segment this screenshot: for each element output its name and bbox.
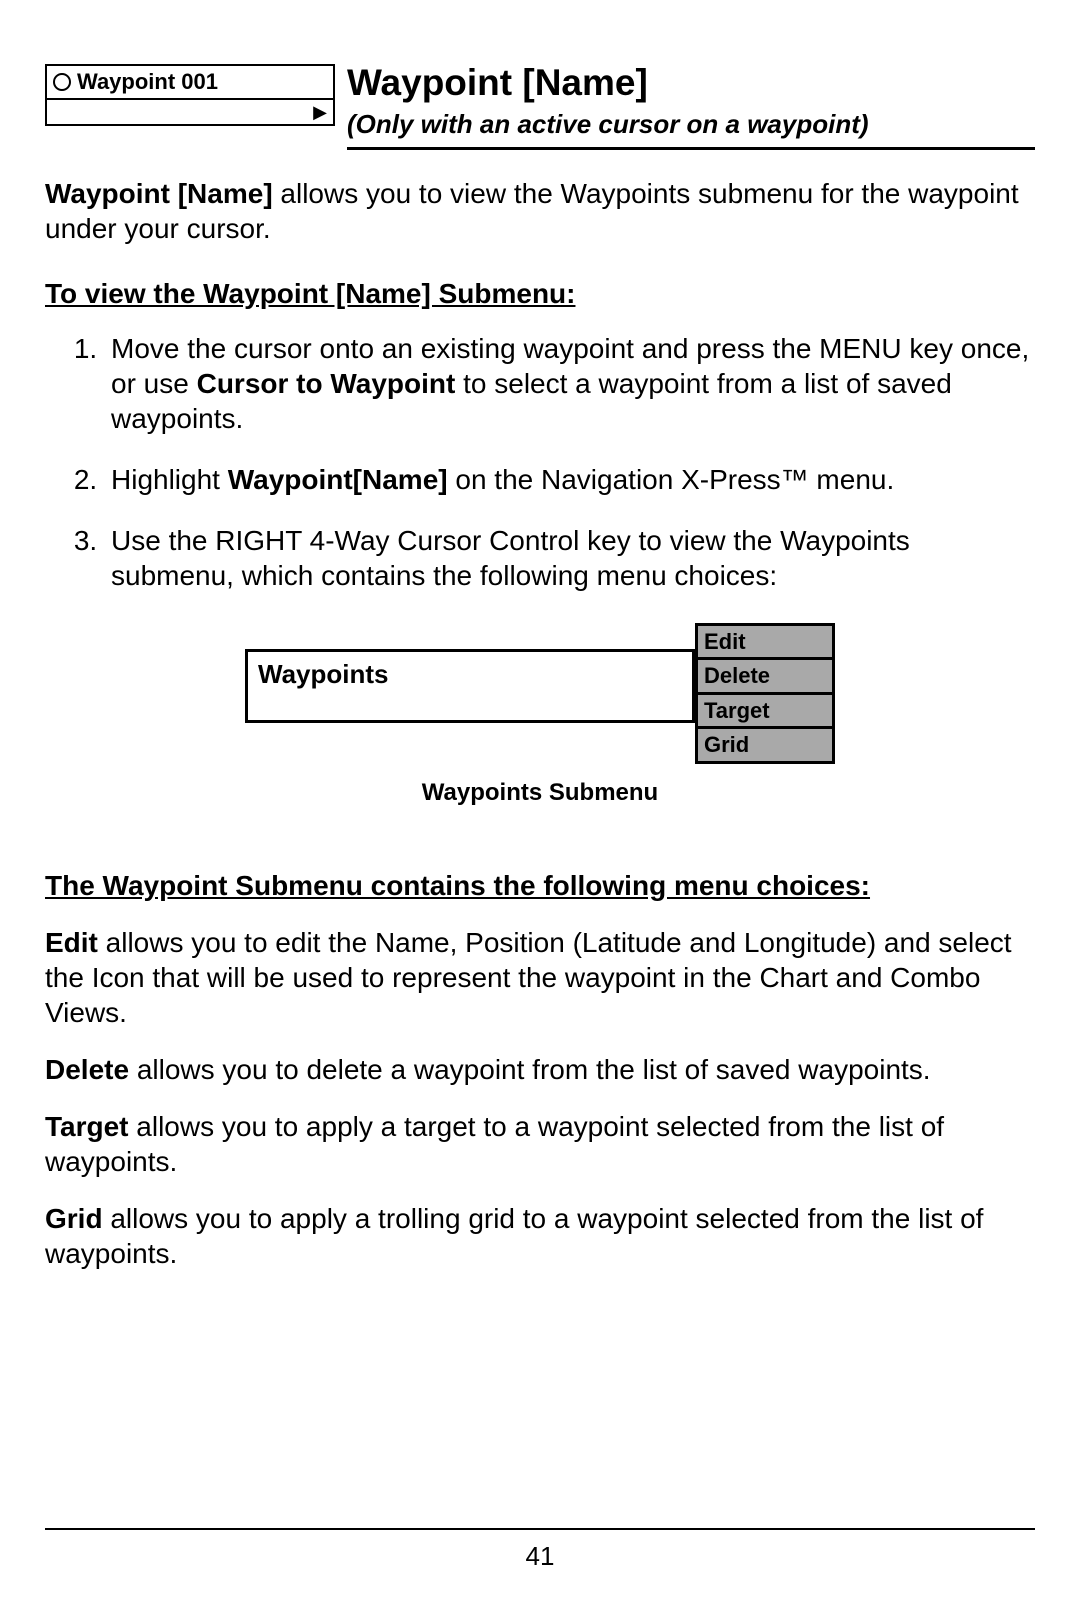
def-edit: Edit allows you to edit the Name, Positi…	[45, 925, 1035, 1030]
menu-item-label-row: Waypoint 001	[47, 66, 333, 100]
step-3-text: Use the RIGHT 4-Way Cursor Control key t…	[111, 525, 910, 591]
menu-item-illustration: Waypoint 001 ▶	[45, 64, 335, 126]
def-target-rest: allows you to apply a target to a waypoi…	[45, 1111, 944, 1177]
step-2: Highlight Waypoint[Name] on the Navigati…	[105, 462, 1035, 497]
step-3: Use the RIGHT 4-Way Cursor Control key t…	[105, 523, 1035, 593]
step-2a: Highlight	[111, 464, 228, 495]
def-target-lead: Target	[45, 1111, 129, 1142]
submenu-item-grid: Grid	[695, 726, 835, 764]
step-2c: on the Navigation X-Press™ menu.	[448, 464, 895, 495]
defs-heading: The Waypoint Submenu contains the follow…	[45, 868, 1035, 903]
intro-lead: Waypoint [Name]	[45, 178, 273, 209]
submenu-item-target: Target	[695, 692, 835, 727]
intro-paragraph: Waypoint [Name] allows you to view the W…	[45, 176, 1035, 246]
page-title: Waypoint [Name]	[347, 60, 1035, 106]
header-row: Waypoint 001 ▶ Waypoint [Name] (Only wit…	[45, 60, 1035, 150]
steps-heading: To view the Waypoint [Name] Submenu:	[45, 276, 1035, 311]
submenu-left-label: Waypoints	[245, 649, 695, 724]
footer-rule	[45, 1528, 1035, 1530]
submenu-item-delete: Delete	[695, 657, 835, 692]
waypoint-circle-icon	[53, 73, 71, 91]
def-target: Target allows you to apply a target to a…	[45, 1109, 1035, 1179]
page: Waypoint 001 ▶ Waypoint [Name] (Only wit…	[0, 0, 1080, 1620]
steps-list: Move the cursor onto an existing waypoin…	[105, 331, 1035, 593]
step-1b: Cursor to Waypoint	[197, 368, 456, 399]
step-2b: Waypoint[Name]	[228, 464, 448, 495]
def-delete-rest: allows you to delete a waypoint from the…	[129, 1054, 931, 1085]
submenu-figure: Waypoints Edit Delete Target Grid Waypoi…	[245, 623, 835, 808]
submenu-item-edit: Edit	[695, 623, 835, 658]
page-number: 41	[0, 1540, 1080, 1573]
def-grid-rest: allows you to apply a trolling grid to a…	[45, 1203, 983, 1269]
submenu-items-list: Edit Delete Target Grid	[695, 623, 835, 764]
menu-item-label: Waypoint 001	[77, 68, 218, 96]
title-block: Waypoint [Name] (Only with an active cur…	[347, 60, 1035, 150]
definitions: Edit allows you to edit the Name, Positi…	[45, 925, 1035, 1271]
page-subtitle: (Only with an active cursor on a waypoin…	[347, 108, 1035, 150]
submenu-caption: Waypoints Submenu	[245, 778, 835, 808]
step-1: Move the cursor onto an existing waypoin…	[105, 331, 1035, 436]
submenu-arrow-icon: ▶	[313, 103, 327, 121]
def-grid: Grid allows you to apply a trolling grid…	[45, 1201, 1035, 1271]
def-grid-lead: Grid	[45, 1203, 103, 1234]
def-edit-lead: Edit	[45, 927, 98, 958]
def-edit-rest: allows you to edit the Name, Position (L…	[45, 927, 1012, 1028]
def-delete: Delete allows you to delete a waypoint f…	[45, 1052, 1035, 1087]
def-delete-lead: Delete	[45, 1054, 129, 1085]
